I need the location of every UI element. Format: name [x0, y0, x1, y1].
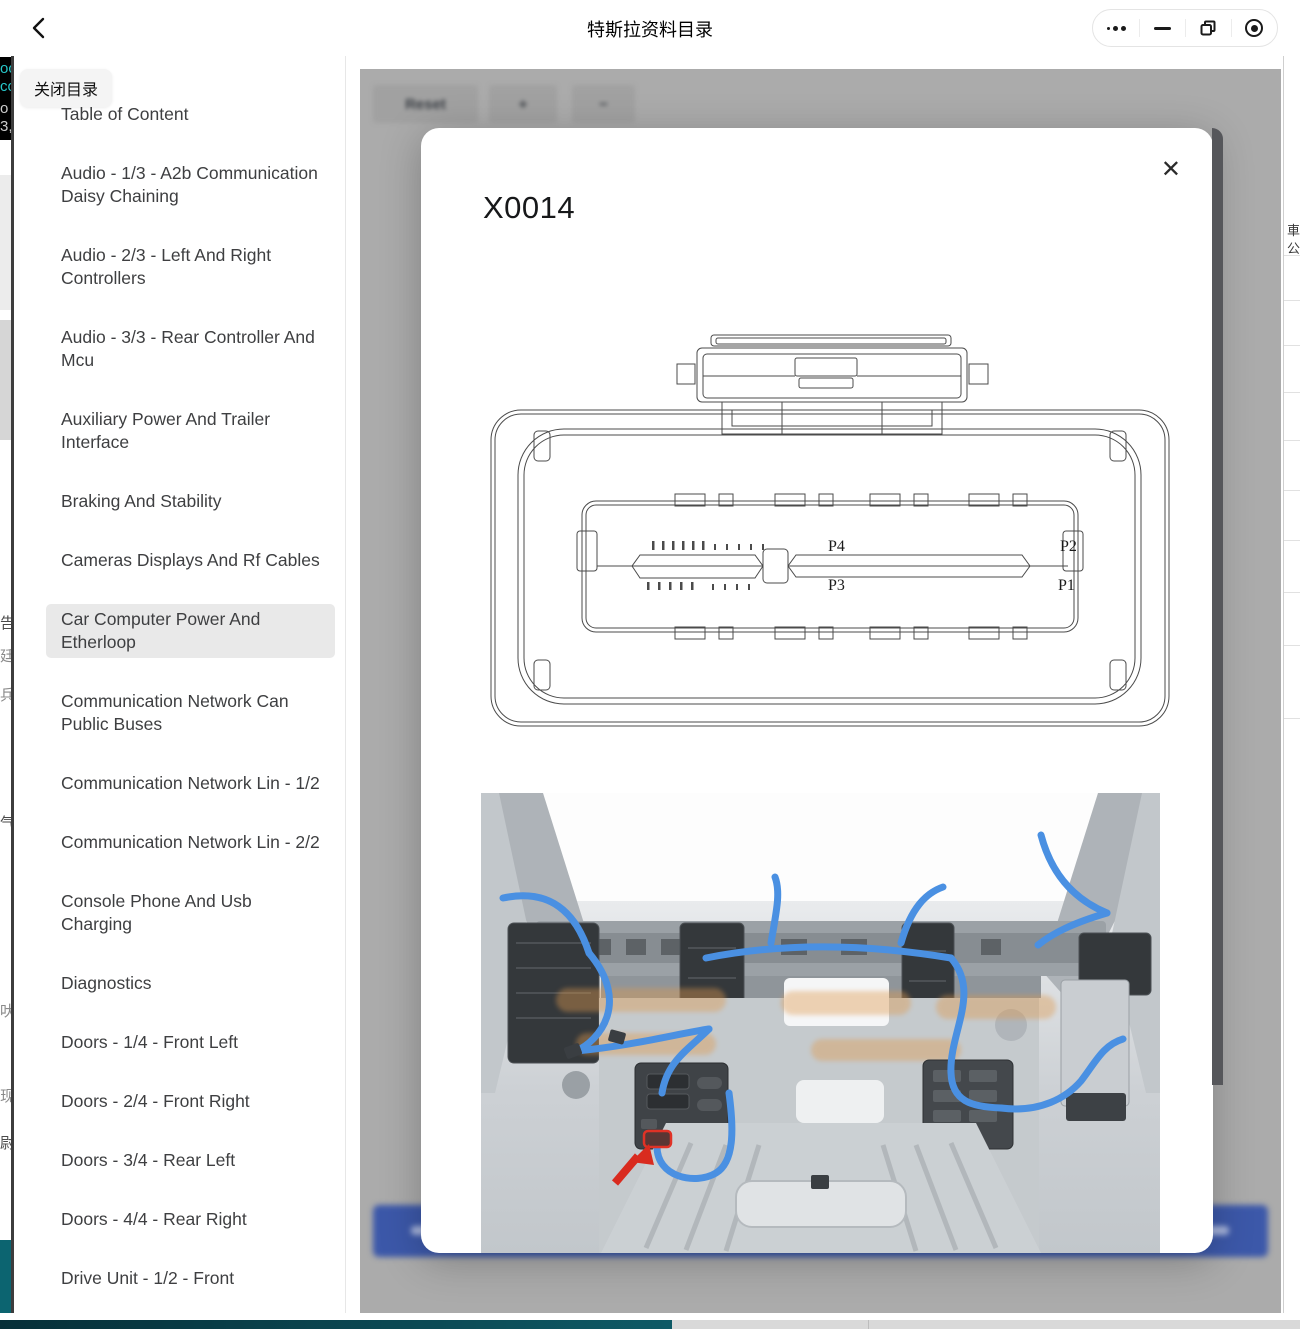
highlighted-connector	[644, 1131, 671, 1147]
toc-item[interactable]: Auxiliary Power And Trailer Interface	[46, 404, 335, 458]
label-p2: P2	[1060, 538, 1077, 555]
toc-item[interactable]: Communication Network Can Public Buses	[46, 686, 335, 740]
edge-text-fragment: 公	[1287, 238, 1300, 257]
toc-item[interactable]: Console Phone And Usb Charging	[46, 886, 335, 940]
toc-item[interactable]: Doors - 3/4 - Rear Left	[46, 1145, 335, 1176]
close-directory-tooltip[interactable]: 关闭目录	[20, 69, 112, 107]
window-controls	[1092, 9, 1278, 47]
target-icon[interactable]	[1231, 10, 1277, 46]
toc-item[interactable]: Diagnostics	[46, 968, 335, 999]
left-edge-gray-block	[0, 175, 11, 310]
edge-text-fragment: 兵	[0, 684, 11, 705]
edge-text-fragment: 尉	[0, 1132, 11, 1153]
edge-text-fragment: 廷	[0, 645, 11, 666]
edge-text-fragment: oc	[0, 60, 11, 77]
connector-detail-modal: ✕ X0014	[421, 128, 1213, 1253]
edge-text-fragment: 3,	[0, 118, 11, 135]
toc-item[interactable]: Communication Network Lin - 1/2	[46, 768, 335, 799]
edge-text-fragment: 車	[1287, 220, 1300, 239]
edge-text-fragment: o	[0, 100, 8, 117]
taskbar-gray-segment	[672, 1320, 1300, 1329]
edge-text-fragment: 吠	[0, 1000, 11, 1021]
modal-scrollbar[interactable]	[1212, 128, 1223, 1085]
bottom-edge-bar	[0, 1320, 1300, 1329]
toc-item[interactable]: Cameras Displays And Rf Cables	[46, 545, 335, 576]
taskbar-teal-segment	[0, 1320, 672, 1329]
background-page-left-edge: occo o3, 告廷兵气吠现尉	[0, 0, 11, 1329]
app-window: occo o3, 告廷兵气吠现尉 車公 Reset + − 特斯拉资料目录	[0, 0, 1300, 1329]
close-icon[interactable]: ✕	[1161, 158, 1181, 182]
more-icon[interactable]	[1093, 10, 1139, 46]
title-bar: 特斯拉资料目录	[0, 0, 1300, 56]
minimize-icon[interactable]	[1139, 10, 1185, 46]
toc-item[interactable]: Doors - 1/4 - Front Left	[46, 1027, 335, 1058]
reset-button[interactable]: Reset	[373, 85, 478, 123]
zoom-out-button[interactable]: −	[572, 85, 635, 123]
toc-item[interactable]: Drive Unit - 1/2 - Front	[46, 1263, 335, 1294]
toc-item[interactable]: Car Computer Power And Etherloop	[46, 604, 335, 658]
toc-item[interactable]: Audio - 1/3 - A2b Communication Daisy Ch…	[46, 158, 335, 212]
connector-id-title: X0014	[483, 190, 575, 226]
label-p4: P4	[828, 538, 845, 555]
edge-text-fragment: 现	[0, 1085, 11, 1106]
zoom-in-button[interactable]: +	[489, 85, 557, 123]
toc-list: Table of ContentAudio - 1/3 - A2b Commun…	[46, 99, 335, 1313]
edge-text-fragment: co	[0, 78, 11, 95]
left-edge-gray-block2	[0, 320, 11, 440]
toc-item[interactable]: Audio - 2/3 - Left And Right Controllers	[46, 240, 335, 294]
label-p1: P1	[1058, 577, 1075, 594]
background-page-right-edge: 車公	[1283, 0, 1300, 1329]
sidebar-scrollbar[interactable]	[11, 56, 14, 1313]
connector-face-diagram: P4 P2 P3 P1	[490, 333, 1170, 728]
toc-item[interactable]: Audio - 3/3 - Rear Controller And Mcu	[46, 322, 335, 376]
toc-item[interactable]: Doors - 2/4 - Front Right	[46, 1086, 335, 1117]
left-edge-teal-bottom	[0, 1240, 11, 1318]
restore-icon[interactable]	[1185, 10, 1231, 46]
taskbar-divider	[868, 1320, 869, 1329]
edge-text-fragment: 气	[0, 812, 11, 833]
label-p3: P3	[828, 577, 845, 594]
harness-location-photo	[481, 793, 1160, 1253]
toc-item[interactable]: Doors - 4/4 - Rear Right	[46, 1204, 335, 1235]
table-of-contents-panel: Table of ContentAudio - 1/3 - A2b Commun…	[11, 56, 346, 1313]
bottom-white-band	[0, 1313, 1300, 1320]
toc-item[interactable]: Communication Network Lin - 2/2	[46, 827, 335, 858]
edge-text-fragment: 告	[0, 612, 11, 633]
toc-item[interactable]: Braking And Stability	[46, 486, 335, 517]
